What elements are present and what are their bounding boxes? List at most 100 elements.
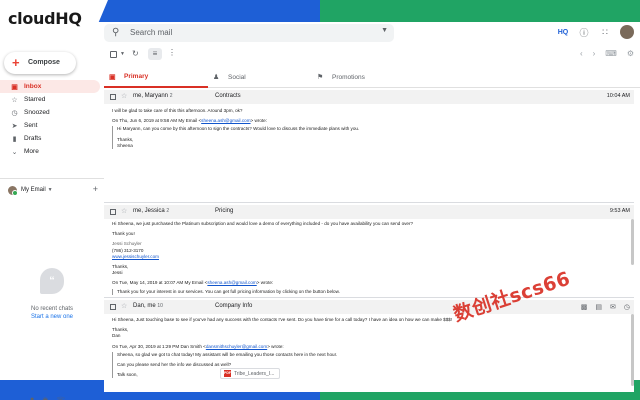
sidebar-item-label: More [24,148,39,155]
thread-subject: Pricing [215,208,234,214]
sidebar-item-snoozed[interactable]: ◷ Snoozed [0,106,104,119]
add-chat-icon[interactable]: + [93,184,98,194]
thread-header[interactable]: ☆ me, Maryann 2 Contracts 10:04 AM [104,90,634,104]
tab-label: Promotions [332,74,365,81]
sidebar-item-label: Drafts [24,135,42,142]
snooze-icon[interactable]: ◷ [624,303,630,311]
attachment-name: Tribe_Leaders_I... [234,370,275,377]
thread-subject: Contracts [215,93,241,99]
tab-promotions[interactable]: ⚑ Promotions [312,67,416,88]
input-tools-icon[interactable]: ⌨ [605,49,617,58]
archive-icon[interactable]: ▩ [581,303,588,311]
more-vert-icon[interactable]: ⋮ [168,48,176,57]
sidebar-item-label: Snoozed [24,109,50,116]
inbox-icon: ▣ [11,83,18,91]
search-icon[interactable]: ⚲ [112,27,124,39]
star-icon: ☆ [11,96,18,104]
select-all-checkbox[interactable] [110,51,117,58]
tag-icon: ⚑ [317,74,324,81]
thread-row[interactable]: ☆ me, Maryann 2 Contracts 10:04 AM I wil… [104,90,634,203]
hangouts-account[interactable]: My Email ▼ + [8,184,100,196]
category-tabs: ▣ Primary ♟ Social ⚑ Promotions [104,67,640,88]
compose-label: Compose [28,59,60,66]
select-menu-icon[interactable]: ▼ [120,51,125,57]
thread-row[interactable]: ☆ Dan, me 10 Company Info ▩ ▤ ✉ ◷ Hi She… [104,300,634,392]
sidebar-item-label: Inbox [24,83,42,90]
density-icon[interactable]: ≡ [148,48,162,60]
sidebar-nav: ▣ Inbox ☆ Starred ◷ Snoozed ➤ Sent ▮ Dra… [0,80,104,158]
account-avatar [8,185,18,196]
person-icon[interactable]: ● [30,396,34,400]
send-icon: ➤ [11,122,18,130]
sidebar-item-inbox[interactable]: ▣ Inbox [0,80,100,93]
search-input[interactable]: Search mail [130,28,172,37]
thread-header[interactable]: ☆ Dan, me 10 Company Info ▩ ▤ ✉ ◷ [104,300,634,314]
avatar[interactable] [620,25,634,39]
star-icon[interactable]: ☆ [121,92,127,100]
search-options-icon[interactable]: ▼ [381,27,388,34]
caret-down-icon[interactable]: ▼ [48,187,53,193]
account-label: My Email [21,187,46,193]
chevron-down-icon: ⌄ [11,148,18,156]
thread-body: I will be glad to take care of this this… [112,108,627,150]
thread-time: 10:04 AM [606,93,630,99]
mail-toolbar: ▼ ↻ ≡ ⋮ ‹ › ⌨ ⚙ [104,46,640,62]
sidebar-item-label: Sent [24,122,38,129]
thread-from: me, Maryann 2 [133,93,173,99]
delete-icon[interactable]: ▤ [595,303,602,311]
tab-primary[interactable]: ▣ Primary [104,67,208,88]
help-icon[interactable]: ⓘ [578,26,590,38]
gmail-app: ⚲ Search mail ▼ HQ ⓘ ∷ + Compose ▣ Inbox… [0,22,640,400]
thread-header[interactable]: ☆ me, Jessica 2 Pricing 9:53 AM [104,205,634,219]
cloudhq-logo: cloudHQ [0,0,108,36]
search-bar[interactable]: ⚲ Search mail ▼ [104,24,394,42]
tab-social[interactable]: ♟ Social [208,67,312,88]
sidebar-item-label: Starred [24,96,46,103]
thread-checkbox[interactable] [110,94,116,100]
attachment-chip[interactable]: PDF Tribe_Leaders_I... [220,368,280,379]
thread-checkbox[interactable] [110,209,116,215]
header-actions: HQ ⓘ ∷ [557,25,634,39]
clock-icon: ◷ [11,109,18,117]
thread-hover-actions: ▩ ▤ ✉ ◷ [581,303,630,311]
cloudhq-icon[interactable]: HQ [557,26,569,38]
mail-main: ▼ ↻ ≡ ⋮ ‹ › ⌨ ⚙ ▣ Primary ♟ Social ⚑ Pro… [104,46,640,392]
sidebar: + Compose ▣ Inbox ☆ Starred ◷ Snoozed ➤ … [0,46,104,400]
next-page-icon[interactable]: › [593,49,596,58]
sidebar-item-drafts[interactable]: ▮ Drafts [0,132,104,145]
logo-text: cloudHQ [8,9,82,28]
phone-icon[interactable]: ☏ [56,396,65,400]
prev-page-icon[interactable]: ‹ [580,49,583,58]
pdf-icon: PDF [224,370,231,377]
people-icon: ♟ [213,74,220,81]
top-band-right [320,0,640,22]
thread-subject: Company Info [215,303,253,309]
no-chats-text: No recent chats [30,306,74,312]
compose-button[interactable]: + Compose [4,52,76,74]
thread-checkbox[interactable] [110,304,116,310]
hangouts-small-icon[interactable]: ◉ [42,396,48,400]
draft-icon: ▮ [12,135,17,143]
mark-read-icon[interactable]: ✉ [610,303,616,311]
settings-gear-icon[interactable]: ⚙ [627,49,634,58]
thread-time: 9:53 AM [609,208,630,214]
hangouts-footer: ● ◉ ☏ [30,396,65,400]
tab-label: Primary [124,73,149,80]
star-icon[interactable]: ☆ [121,207,127,215]
inbox-icon: ▣ [109,74,116,81]
sidebar-item-more[interactable]: ⌄ More [0,145,104,158]
refresh-icon[interactable]: ↻ [132,49,139,58]
sidebar-item-sent[interactable]: ➤ Sent [0,119,104,132]
apps-icon[interactable]: ∷ [599,26,611,38]
toolbar-right: ‹ › ⌨ ⚙ [580,49,634,58]
star-icon[interactable]: ☆ [121,302,127,310]
thread-from: Dan, me 10 [133,303,163,309]
start-chat-link[interactable]: Start a new one [0,314,104,320]
thread-body: Hi Sheena, Just touching base to see if … [112,317,627,379]
thread-scrollbar[interactable] [631,219,634,265]
tab-label: Social [228,74,246,81]
thread-from: me, Jessica 2 [133,208,170,214]
sidebar-item-starred[interactable]: ☆ Starred [0,93,104,106]
sidebar-divider [0,178,104,179]
thread-scrollbar[interactable] [631,314,634,386]
